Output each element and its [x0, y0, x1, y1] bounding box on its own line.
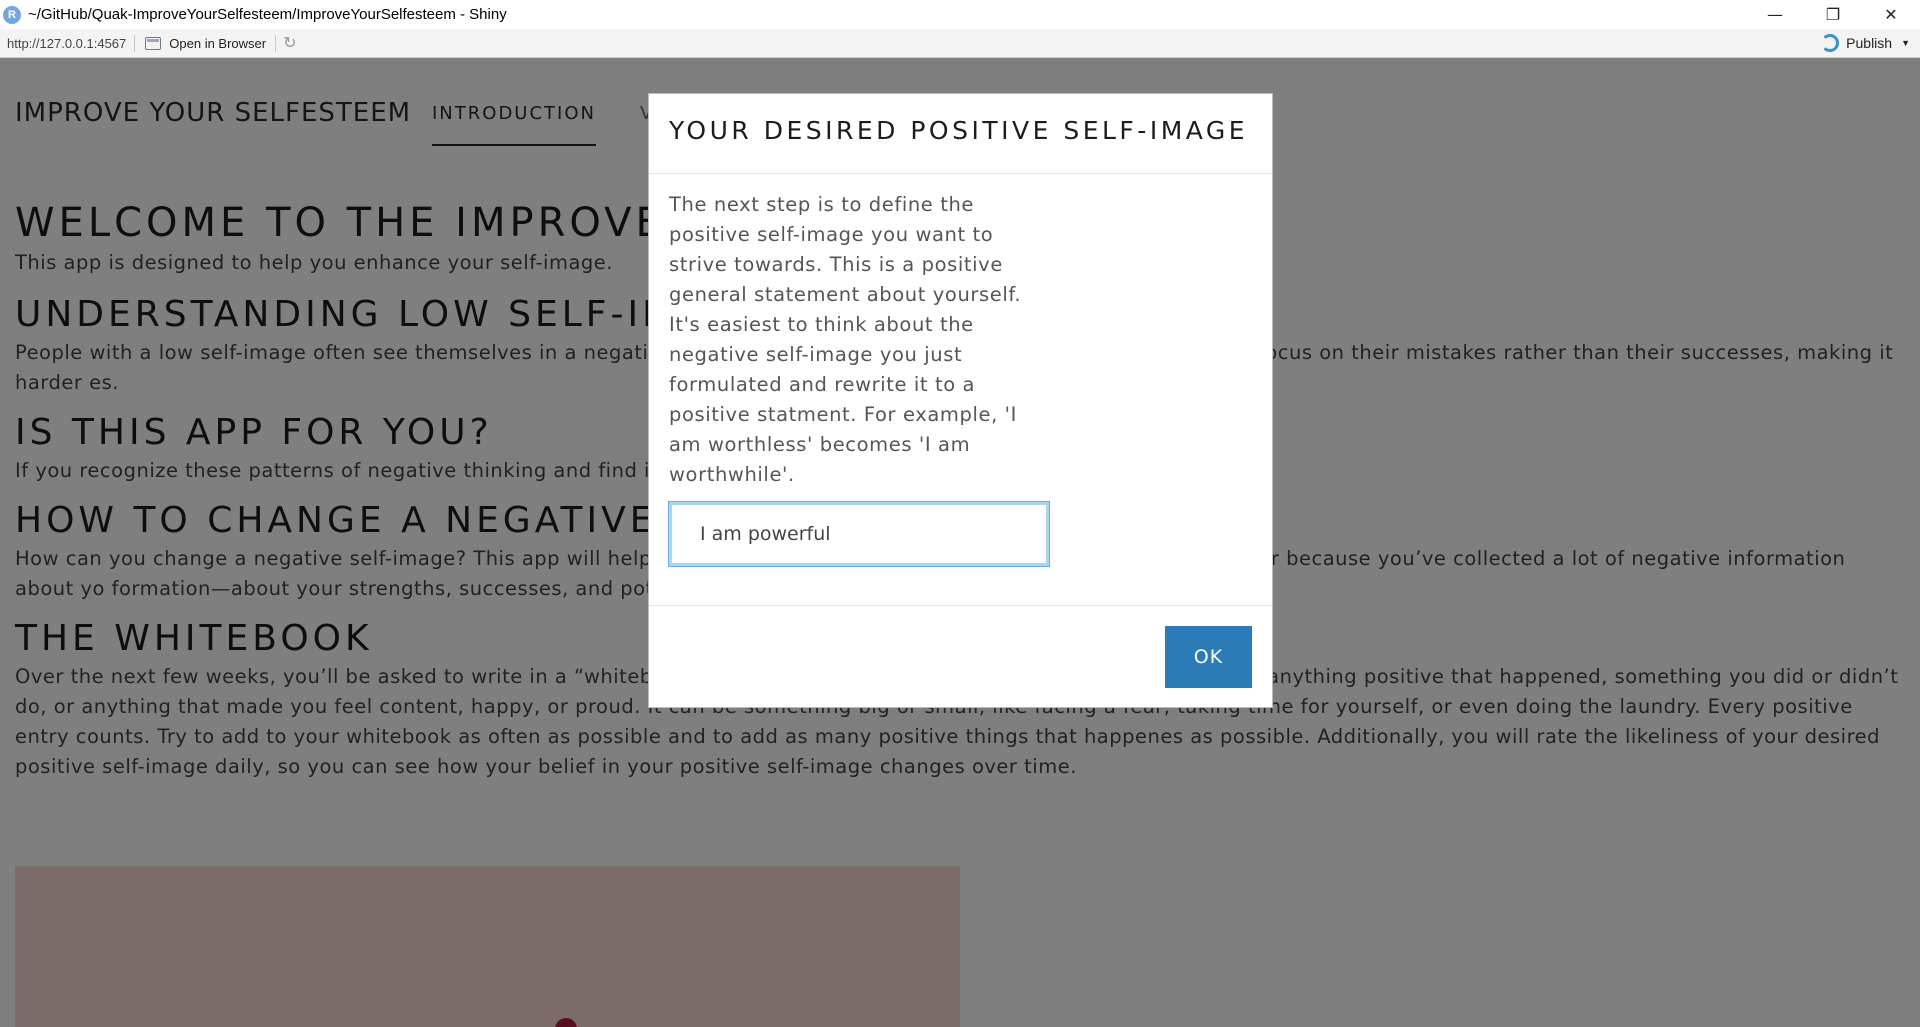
publish-icon — [1821, 34, 1840, 52]
positive-self-image-input[interactable] — [668, 501, 1050, 567]
refresh-icon[interactable]: ↻ — [283, 33, 296, 53]
window-titlebar: R ~/GitHub/Quak-ImproveYourSelfesteem/Im… — [0, 0, 1920, 29]
open-in-browser-button[interactable]: Open in Browser — [145, 34, 277, 52]
open-in-browser-label: Open in Browser — [169, 35, 267, 51]
minimize-icon[interactable]: — — [1746, 0, 1804, 29]
restore-icon[interactable]: ❐ — [1804, 0, 1862, 29]
browser-window-icon — [145, 36, 162, 50]
positive-self-image-modal: YOUR DESIRED POSITIVE SELF-IMAGE The nex… — [648, 93, 1273, 708]
rstudio-app-icon: R — [3, 5, 21, 24]
chevron-down-icon[interactable]: ▼ — [1901, 38, 1910, 48]
ok-button[interactable]: OK — [1165, 626, 1252, 688]
modal-title: YOUR DESIRED POSITIVE SELF-IMAGE — [669, 116, 1249, 145]
publish-label: Publish — [1846, 35, 1893, 51]
modal-body: The next step is to define the positive … — [649, 174, 1272, 606]
window-controls: — ❐ ✕ — [1746, 0, 1920, 29]
publish-button[interactable]: Publish ▼ — [1821, 34, 1910, 52]
close-icon[interactable]: ✕ — [1862, 0, 1920, 29]
url-display: http://127.0.0.1:4567 — [7, 34, 136, 52]
modal-header: YOUR DESIRED POSITIVE SELF-IMAGE — [649, 94, 1272, 174]
modal-instructions: The next step is to define the positive … — [669, 193, 1022, 486]
modal-footer: OK — [649, 606, 1272, 708]
viewer-toolbar: http://127.0.0.1:4567 Open in Browser ↻ … — [0, 29, 1920, 58]
window-title: ~/GitHub/Quak-ImproveYourSelfesteem/Impr… — [28, 6, 507, 23]
